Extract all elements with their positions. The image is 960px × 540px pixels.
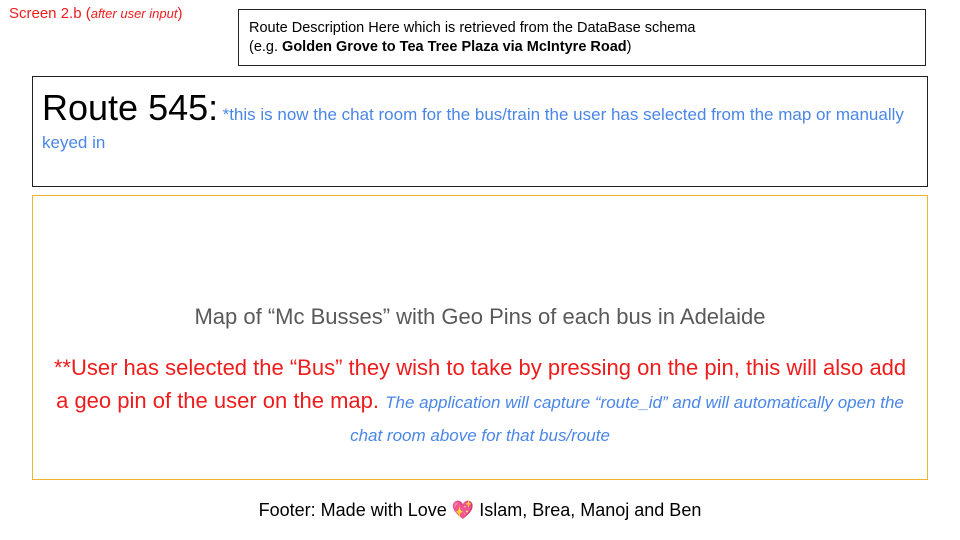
screen-label: Screen 2.b (after user input) xyxy=(9,5,182,22)
route-description-box: Route Description Here which is retrieve… xyxy=(238,9,926,66)
map-description: **User has selected the “Bus” they wish … xyxy=(53,351,907,450)
screen-label-note: after user input xyxy=(90,6,178,21)
map-panel[interactable]: Map of “Mc Busses” with Geo Pins of each… xyxy=(32,195,928,480)
footer-names: Islam, Brea, Manoj and Ben xyxy=(479,500,702,520)
screen-label-close: ) xyxy=(177,5,183,22)
footer-prefix: Footer: Made with Love xyxy=(258,500,447,520)
map-title: Map of “Mc Busses” with Geo Pins of each… xyxy=(194,304,766,329)
heart-icon: 💖 xyxy=(451,500,475,520)
route-description-example: Golden Grove to Tea Tree Plaza via McInt… xyxy=(282,39,627,55)
route-title: Route 545: xyxy=(42,87,219,128)
route-chat-header: Route 545: *this is now the chat room fo… xyxy=(32,76,928,187)
map-capture-note: The application will capture “route_id” … xyxy=(350,393,904,445)
route-description-line1: Route Description Here which is retrieve… xyxy=(249,20,696,36)
screen-label-main: Screen 2.b ( xyxy=(9,5,91,22)
route-description-prefix: (e.g. xyxy=(249,39,283,55)
route-description-line2: (e.g. Golden Grove to Tea Tree Plaza via… xyxy=(249,38,915,57)
route-description-suffix: ) xyxy=(626,39,632,55)
footer: Footer: Made with Love 💖 Islam, Brea, Ma… xyxy=(0,500,960,521)
